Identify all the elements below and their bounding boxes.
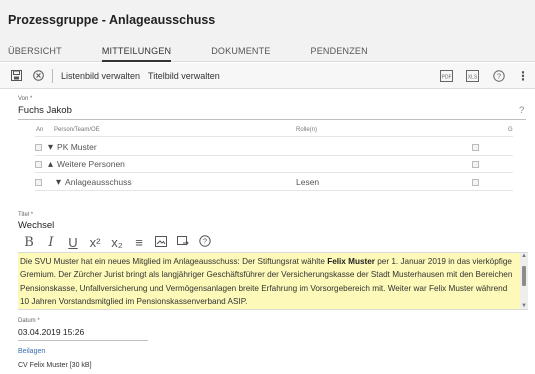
- von-help-icon[interactable]: ?: [519, 105, 524, 116]
- recipient-checkbox[interactable]: [35, 160, 42, 168]
- von-underline: [18, 119, 526, 120]
- beilagen-label: Beilagen: [18, 348, 46, 355]
- table-row: ▴ Weitere Personen: [35, 157, 513, 171]
- toolbar: Listenbild verwalten Titelbild verwalten…: [0, 63, 535, 89]
- col-header-an: An: [36, 127, 44, 133]
- titelbild-verwalten-button[interactable]: Titelbild verwalten: [148, 71, 220, 81]
- tab-mitteilungen[interactable]: MITTEILUNGEN: [101, 46, 172, 62]
- scrollbar-thumb[interactable]: [522, 266, 526, 286]
- help-icon[interactable]: ?: [493, 69, 505, 82]
- pdf-export-icon[interactable]: PDF: [439, 69, 453, 82]
- page-header: Prozessgruppe - Anlageausschuss ÜBERSICH…: [0, 0, 535, 62]
- titel-field[interactable]: Wechsel: [18, 220, 54, 231]
- von-label: Von *: [18, 96, 33, 102]
- g-checkbox[interactable]: [472, 178, 479, 186]
- page-title: Prozessgruppe - Anlageausschuss: [8, 13, 216, 27]
- datum-field[interactable]: 03.04.2019 15:26: [18, 327, 84, 337]
- xls-export-icon[interactable]: XLS: [465, 69, 479, 82]
- expand-toggle-icon[interactable]: ▾: [48, 142, 53, 153]
- message-content-editor[interactable]: Die SVU Muster hat ein neues Mitglied im…: [18, 252, 528, 310]
- more-menu-icon[interactable]: ⋮: [517, 69, 529, 83]
- row-divider: [35, 190, 513, 191]
- table-divider: [35, 136, 513, 137]
- von-field[interactable]: Fuchs Jakob: [18, 105, 72, 116]
- pdf-label: PDF: [441, 74, 451, 80]
- col-header-person: Person/Team/OE: [54, 127, 100, 133]
- listenbild-verwalten-button[interactable]: Listenbild verwalten: [61, 71, 140, 81]
- tab-dokumente[interactable]: DOKUMENTE: [211, 46, 270, 62]
- recipient-checkbox[interactable]: [35, 143, 42, 151]
- editor-toolbar: B I U x² x₂ ≡ ?: [18, 232, 518, 252]
- message-text-bold: Felix Muster: [327, 257, 375, 266]
- scroll-down-icon[interactable]: ▼: [521, 303, 527, 309]
- row-divider: [35, 155, 513, 156]
- message-text: Die SVU Muster hat ein neues Mitglied im…: [18, 253, 528, 309]
- cancel-icon[interactable]: [32, 70, 44, 82]
- editor-help-icon[interactable]: ?: [194, 234, 216, 250]
- tab-uebersicht[interactable]: ÜBERSICHT: [8, 46, 62, 62]
- table-row: ▾ PK Muster: [35, 140, 513, 154]
- tab-bar: ÜBERSICHT MITTEILUNGEN DOKUMENTE PENDENZ…: [8, 46, 408, 62]
- datum-underline: [18, 340, 148, 341]
- recipient-role: Lesen: [296, 177, 320, 187]
- italic-button[interactable]: I: [40, 235, 62, 250]
- recipient-name: PK Muster: [57, 142, 97, 152]
- toolbar-divider: [52, 68, 53, 83]
- help-glyph: ?: [497, 71, 501, 80]
- bold-button[interactable]: B: [18, 235, 40, 250]
- row-divider: [35, 172, 513, 173]
- table-row: ▾ Anlageausschuss Lesen: [35, 175, 513, 189]
- collapse-toggle-icon[interactable]: ▴: [48, 159, 53, 170]
- recipient-name: Anlageausschuss: [65, 177, 132, 187]
- titel-label: Titel *: [18, 212, 34, 218]
- recipient-checkbox[interactable]: [35, 178, 42, 186]
- col-header-rolle: Rolle(n): [296, 127, 318, 133]
- tab-pendenzen[interactable]: PENDENZEN: [311, 46, 368, 62]
- recipient-name: Weitere Personen: [57, 159, 125, 169]
- attachment-file-link[interactable]: CV Felix Muster [30 kB]: [18, 362, 92, 369]
- superscript-button[interactable]: x²: [84, 235, 106, 250]
- scroll-up-icon[interactable]: ▲: [521, 253, 527, 259]
- underline-button[interactable]: U: [62, 235, 84, 250]
- image-icon[interactable]: [150, 235, 172, 250]
- datum-label: Datum *: [18, 318, 40, 324]
- save-icon[interactable]: [10, 70, 22, 82]
- xls-label: XLS: [467, 74, 477, 80]
- g-checkbox[interactable]: [472, 143, 479, 151]
- g-checkbox[interactable]: [472, 160, 479, 168]
- link-icon[interactable]: [172, 235, 194, 250]
- subscript-button[interactable]: x₂: [106, 235, 128, 250]
- message-text-part1: Die SVU Muster hat ein neues Mitglied im…: [20, 257, 328, 266]
- col-header-g: G: [508, 127, 513, 133]
- expand-toggle-icon[interactable]: ▾: [56, 177, 61, 188]
- list-button[interactable]: ≡: [128, 235, 150, 250]
- editor-help-glyph: ?: [203, 236, 207, 245]
